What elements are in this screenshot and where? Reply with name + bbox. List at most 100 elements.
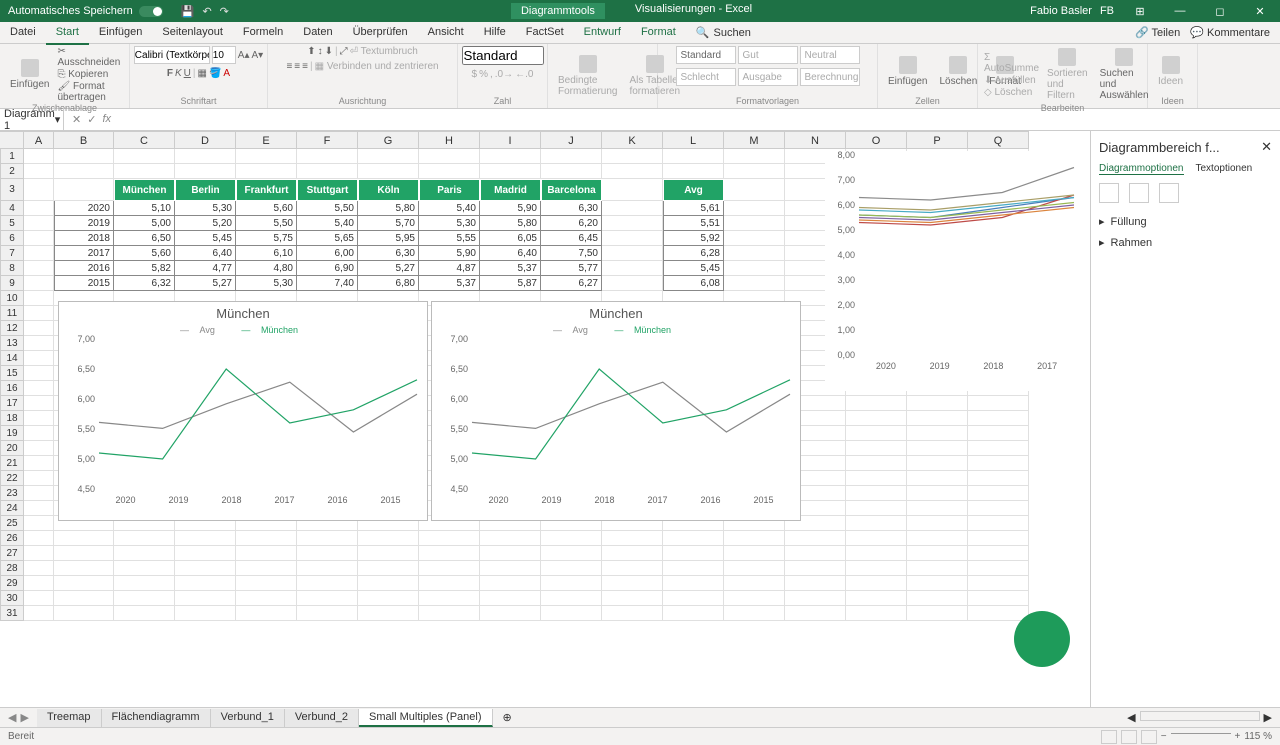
cell-F4[interactable]: 5,50: [297, 201, 358, 216]
save-icon[interactable]: 💾: [181, 5, 195, 18]
cell-H30[interactable]: [419, 591, 480, 606]
cell-A10[interactable]: [24, 291, 54, 306]
cell-A23[interactable]: [24, 486, 54, 501]
row-header-7[interactable]: 7: [0, 246, 24, 261]
cell-M31[interactable]: [724, 606, 785, 621]
search-label[interactable]: Suchen: [714, 27, 751, 39]
cell-K5[interactable]: [602, 216, 663, 231]
cell-E29[interactable]: [236, 576, 297, 591]
cell-Q20[interactable]: [968, 441, 1029, 456]
zoom-out-icon[interactable]: −: [1161, 731, 1167, 742]
zoom-in-icon[interactable]: +: [1235, 731, 1241, 742]
percent-icon[interactable]: %: [479, 69, 488, 80]
cell-G7[interactable]: 6,30: [358, 246, 419, 261]
cell-J4[interactable]: 6,30: [541, 201, 602, 216]
cell-C3[interactable]: München: [114, 179, 175, 201]
cell-L7[interactable]: 6,28: [663, 246, 724, 261]
enter-formula-icon[interactable]: ✓: [87, 113, 96, 126]
cell-B4[interactable]: 2020: [54, 201, 114, 216]
cell-F30[interactable]: [297, 591, 358, 606]
number-format-select[interactable]: [462, 46, 544, 65]
col-header-Q[interactable]: Q: [968, 131, 1029, 149]
cell-M27[interactable]: [724, 546, 785, 561]
ideas-button[interactable]: Ideen: [1154, 54, 1187, 89]
cell-Q30[interactable]: [968, 591, 1029, 606]
cell-H8[interactable]: 4,87: [419, 261, 480, 276]
cell-G28[interactable]: [358, 561, 419, 576]
cell-H6[interactable]: 5,55: [419, 231, 480, 246]
style-berechnung[interactable]: Berechnung: [800, 68, 860, 86]
cell-I28[interactable]: [480, 561, 541, 576]
font-size-input[interactable]: [212, 46, 236, 64]
cell-J27[interactable]: [541, 546, 602, 561]
cell-F8[interactable]: 6,90: [297, 261, 358, 276]
cell-P31[interactable]: [907, 606, 968, 621]
cell-A2[interactable]: [24, 164, 54, 179]
cell-A30[interactable]: [24, 591, 54, 606]
cell-H26[interactable]: [419, 531, 480, 546]
cell-A19[interactable]: [24, 426, 54, 441]
cell-A29[interactable]: [24, 576, 54, 591]
cell-Q22[interactable]: [968, 471, 1029, 486]
row-header-10[interactable]: 10: [0, 291, 24, 306]
cell-G30[interactable]: [358, 591, 419, 606]
cell-Q26[interactable]: [968, 531, 1029, 546]
row-header-28[interactable]: 28: [0, 561, 24, 576]
col-header-I[interactable]: I: [480, 131, 541, 149]
cell-A21[interactable]: [24, 456, 54, 471]
page-layout-icon[interactable]: [1121, 730, 1137, 744]
effects-icon[interactable]: [1129, 183, 1149, 203]
cell-Q31[interactable]: [968, 606, 1029, 621]
cell-E7[interactable]: 6,10: [236, 246, 297, 261]
fill-line-icon[interactable]: [1099, 183, 1119, 203]
cell-L26[interactable]: [663, 531, 724, 546]
row-header-12[interactable]: 12: [0, 321, 24, 336]
cell-O19[interactable]: [846, 426, 907, 441]
find-select-button[interactable]: Suchen und Auswählen: [1096, 46, 1153, 103]
cell-H5[interactable]: 5,30: [419, 216, 480, 231]
cell-Q28[interactable]: [968, 561, 1029, 576]
sheet-tab-0[interactable]: Treemap: [37, 709, 102, 727]
cell-A12[interactable]: [24, 321, 54, 336]
cell-B1[interactable]: [54, 149, 114, 164]
delete-cells-button[interactable]: Löschen: [935, 54, 981, 89]
cell-B29[interactable]: [54, 576, 114, 591]
cell-J31[interactable]: [541, 606, 602, 621]
cell-A28[interactable]: [24, 561, 54, 576]
chart-munich-2[interactable]: München — Avg — München 4,505,005,506,00…: [431, 301, 801, 521]
currency-icon[interactable]: $: [472, 69, 478, 80]
cell-G26[interactable]: [358, 531, 419, 546]
cell-O23[interactable]: [846, 486, 907, 501]
cell-A25[interactable]: [24, 516, 54, 531]
col-header-H[interactable]: H: [419, 131, 480, 149]
cell-I8[interactable]: 5,37: [480, 261, 541, 276]
cell-G27[interactable]: [358, 546, 419, 561]
cell-M5[interactable]: [724, 216, 785, 231]
row-header-24[interactable]: 24: [0, 501, 24, 516]
worksheet-area[interactable]: ABCDEFGHIJKLMNOPQ123MünchenBerlinFrankfu…: [0, 131, 1090, 707]
cell-P19[interactable]: [907, 426, 968, 441]
cell-E5[interactable]: 5,50: [236, 216, 297, 231]
cell-F6[interactable]: 5,65: [297, 231, 358, 246]
merge-button[interactable]: ▦ Verbinden und zentrieren: [315, 61, 439, 72]
row-header-27[interactable]: 27: [0, 546, 24, 561]
cell-B6[interactable]: 2018: [54, 231, 114, 246]
style-neutral[interactable]: Neutral: [800, 46, 860, 64]
cell-M4[interactable]: [724, 201, 785, 216]
cell-D5[interactable]: 5,20: [175, 216, 236, 231]
cell-D27[interactable]: [175, 546, 236, 561]
cell-E6[interactable]: 5,75: [236, 231, 297, 246]
cell-G2[interactable]: [358, 164, 419, 179]
cell-L3[interactable]: Avg: [663, 179, 724, 201]
cell-O25[interactable]: [846, 516, 907, 531]
cell-D31[interactable]: [175, 606, 236, 621]
cell-Q23[interactable]: [968, 486, 1029, 501]
cell-L31[interactable]: [663, 606, 724, 621]
cell-O30[interactable]: [846, 591, 907, 606]
cell-N28[interactable]: [785, 561, 846, 576]
cell-A9[interactable]: [24, 276, 54, 291]
comma-icon[interactable]: ,: [490, 69, 493, 80]
cell-N29[interactable]: [785, 576, 846, 591]
col-header-B[interactable]: B: [54, 131, 114, 149]
row-header-5[interactable]: 5: [0, 216, 24, 231]
